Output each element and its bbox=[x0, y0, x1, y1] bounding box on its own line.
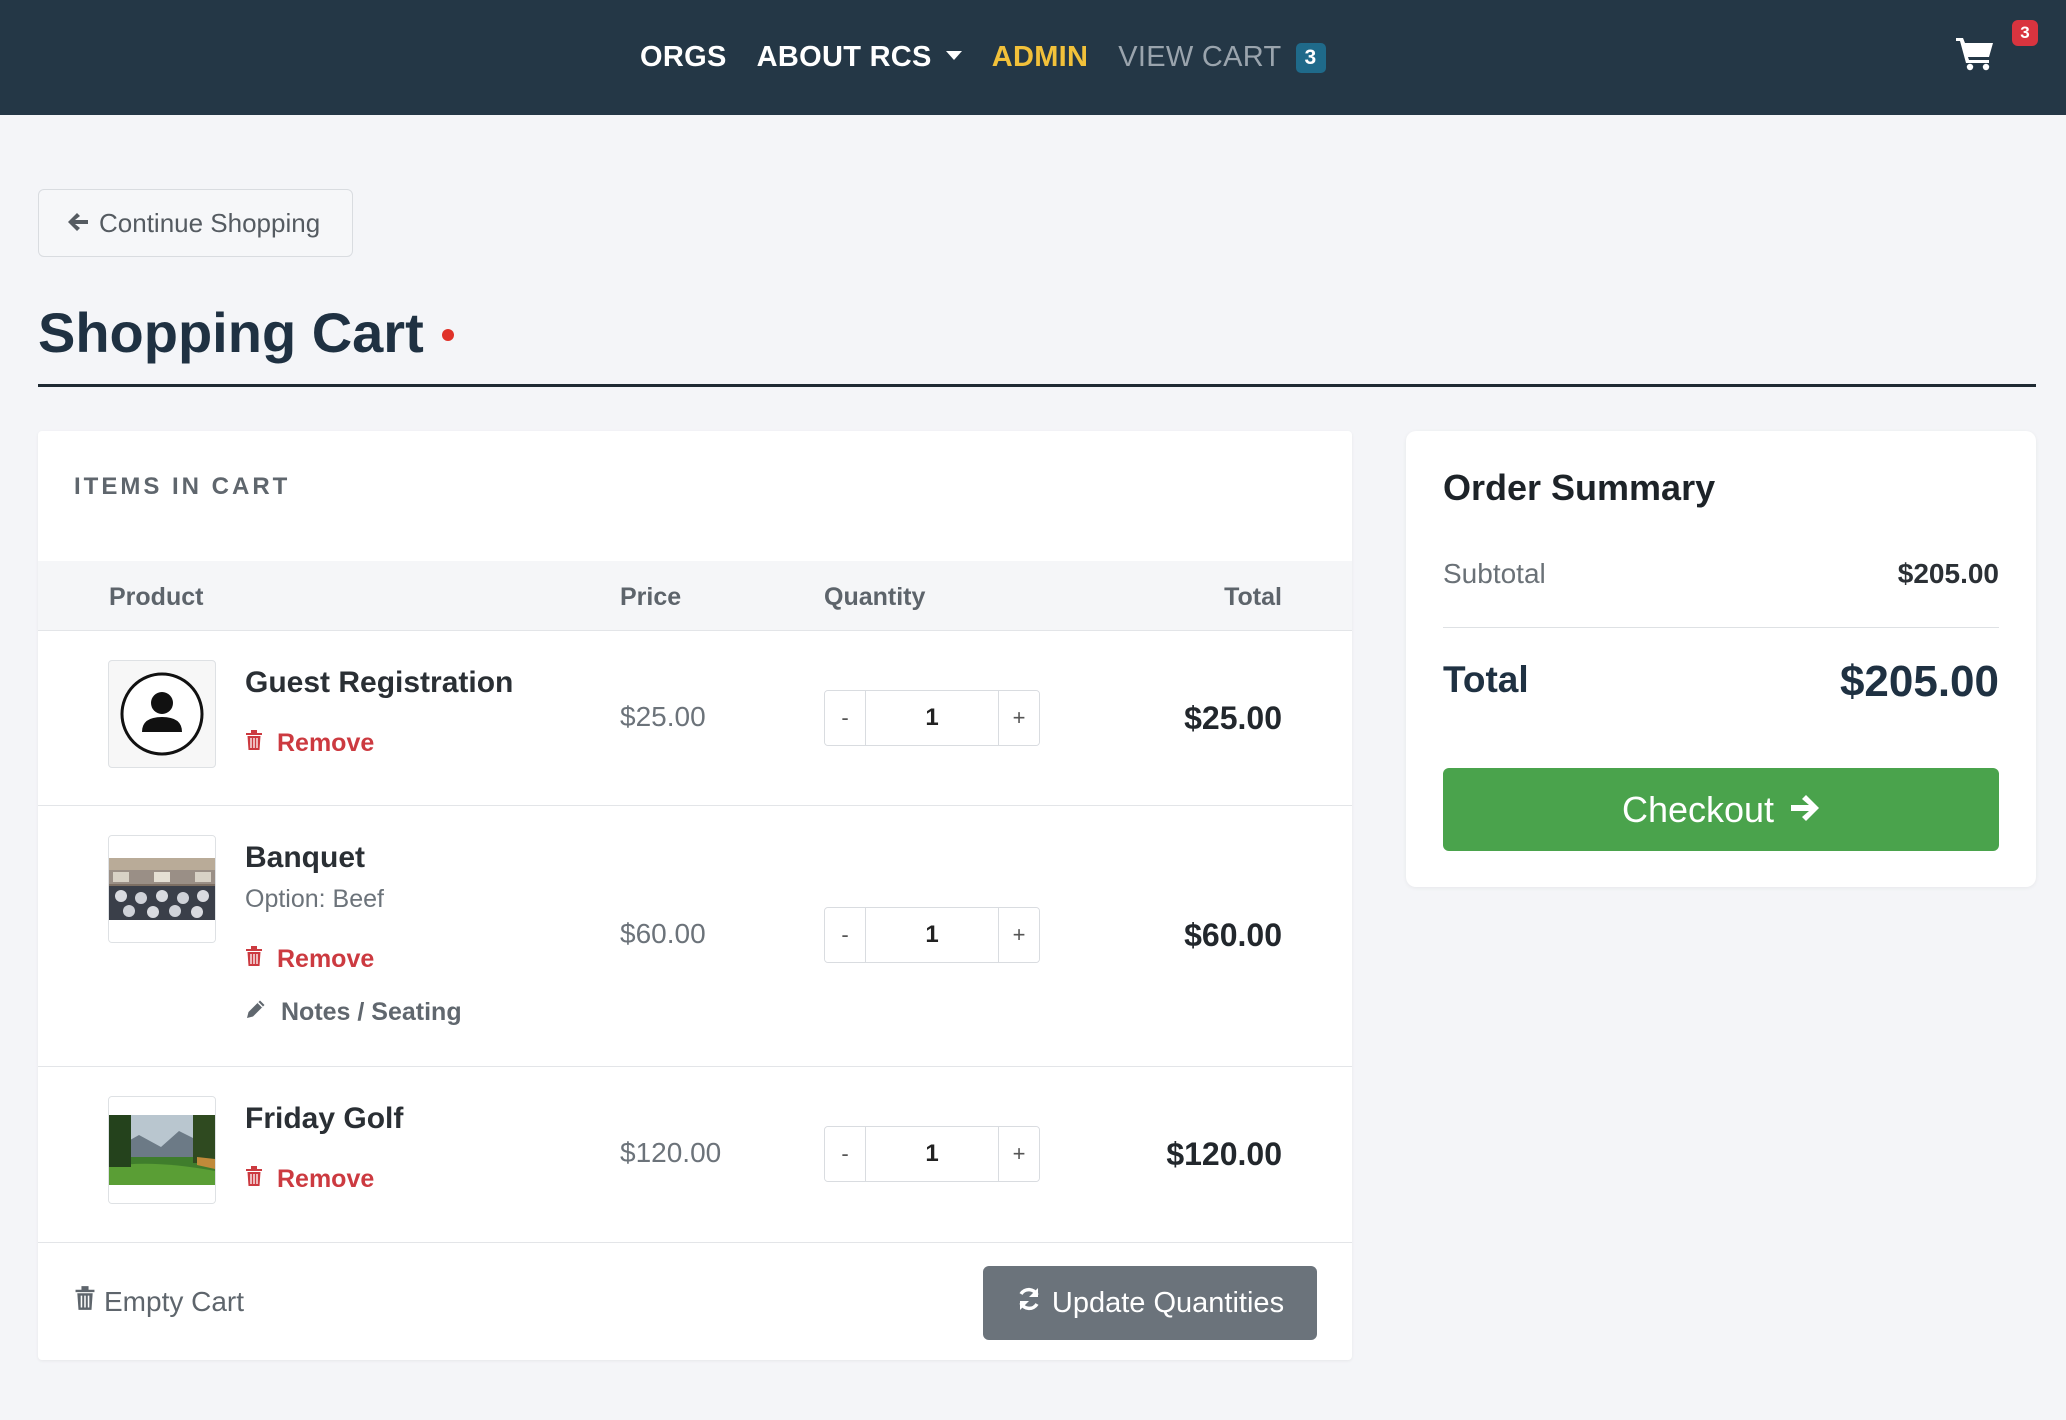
product-name[interactable]: Friday Golf bbox=[245, 1102, 403, 1136]
remove-button[interactable]: Remove bbox=[245, 1165, 374, 1194]
user-avatar-icon bbox=[108, 660, 216, 768]
nav-orgs[interactable]: ORGS bbox=[640, 41, 727, 74]
page-title-text: Shopping Cart bbox=[38, 301, 424, 364]
quantity-stepper: - 1 + bbox=[824, 690, 1040, 746]
increment-button[interactable]: + bbox=[999, 691, 1039, 745]
nav-view-cart[interactable]: VIEW CART 3 bbox=[1118, 41, 1326, 74]
nav-about-dropdown[interactable]: ABOUT RCS bbox=[757, 41, 962, 74]
table-row: Banquet Option: Beef Remove Notes / Seat… bbox=[38, 806, 1352, 1067]
empty-cart-button[interactable]: Empty Cart bbox=[74, 1285, 244, 1318]
header-product: Product bbox=[109, 583, 204, 611]
view-cart-count-badge: 3 bbox=[1295, 42, 1326, 73]
notes-seating-link[interactable]: Notes / Seating bbox=[245, 998, 462, 1027]
shopping-cart-icon[interactable] bbox=[1955, 35, 1995, 71]
trash-icon bbox=[245, 945, 263, 974]
notes-seating-label: Notes / Seating bbox=[281, 998, 462, 1026]
checkout-button[interactable]: Checkout bbox=[1443, 768, 1999, 851]
table-row: Guest Registration Remove $25.00 - 1 + $… bbox=[38, 631, 1352, 806]
increment-button[interactable]: + bbox=[999, 1127, 1039, 1181]
header-price: Price bbox=[620, 583, 682, 611]
item-price: $25.00 bbox=[620, 701, 706, 732]
total-value: $205.00 bbox=[1839, 657, 1999, 706]
update-quantities-label: Update Quantities bbox=[1051, 1286, 1285, 1319]
table-row: Friday Golf Remove $120.00 - 1 + $120.00 bbox=[38, 1067, 1352, 1242]
pencil-icon bbox=[245, 998, 267, 1027]
header-total: Total bbox=[1224, 583, 1282, 611]
remove-button[interactable]: Remove bbox=[245, 945, 374, 974]
product-option: Option: Beef bbox=[245, 885, 384, 913]
cart-count-badge: 3 bbox=[2012, 20, 2038, 46]
checkout-label: Checkout bbox=[1621, 788, 1775, 830]
quantity-input[interactable]: 1 bbox=[865, 908, 999, 962]
summary-divider bbox=[1443, 627, 1999, 628]
total-label: Total bbox=[1443, 659, 1529, 700]
refresh-icon bbox=[1016, 1286, 1042, 1320]
increment-button[interactable]: + bbox=[999, 908, 1039, 962]
remove-label: Remove bbox=[277, 729, 375, 757]
trash-icon bbox=[74, 1285, 96, 1318]
page-title: Shopping Cart bbox=[38, 300, 454, 365]
arrow-right-icon bbox=[1790, 789, 1820, 831]
trash-icon bbox=[245, 729, 263, 758]
item-total: $120.00 bbox=[1166, 1136, 1282, 1172]
cart-footer: Empty Cart Update Quantities bbox=[38, 1242, 1352, 1360]
quantity-input[interactable]: 1 bbox=[865, 1127, 999, 1181]
quantity-input[interactable]: 1 bbox=[865, 691, 999, 745]
cart-items-card: ITEMS IN CART Product Price Quantity Tot… bbox=[38, 431, 1352, 1360]
quantity-stepper: - 1 + bbox=[824, 1126, 1040, 1182]
title-dot-decoration bbox=[441, 328, 454, 341]
nav-admin[interactable]: ADMIN bbox=[992, 41, 1089, 74]
remove-label: Remove bbox=[277, 1165, 375, 1193]
header-quantity: Quantity bbox=[824, 583, 926, 611]
items-in-cart-label: ITEMS IN CART bbox=[74, 473, 291, 500]
order-summary-card: Order Summary Subtotal $205.00 Total $20… bbox=[1406, 431, 2036, 887]
continue-shopping-button[interactable]: Continue Shopping bbox=[38, 189, 353, 257]
trash-icon bbox=[245, 1165, 263, 1194]
arrow-left-icon bbox=[67, 208, 89, 239]
top-navbar: ORGS ABOUT RCS ADMIN VIEW CART 3 3 bbox=[0, 0, 2066, 115]
nav-view-cart-label: VIEW CART bbox=[1118, 41, 1282, 73]
subtotal-label: Subtotal bbox=[1443, 558, 1546, 589]
nav-links: ORGS ABOUT RCS ADMIN VIEW CART 3 bbox=[640, 0, 1326, 115]
decrement-button[interactable]: - bbox=[825, 691, 865, 745]
remove-label: Remove bbox=[277, 945, 375, 973]
title-divider bbox=[38, 384, 2036, 387]
decrement-button[interactable]: - bbox=[825, 908, 865, 962]
decrement-button[interactable]: - bbox=[825, 1127, 865, 1181]
product-name[interactable]: Banquet bbox=[245, 841, 365, 875]
product-name[interactable]: Guest Registration bbox=[245, 666, 513, 700]
quantity-stepper: - 1 + bbox=[824, 907, 1040, 963]
item-price: $120.00 bbox=[620, 1137, 722, 1168]
nav-about-label: ABOUT RCS bbox=[756, 41, 932, 73]
continue-shopping-label: Continue Shopping bbox=[99, 207, 321, 238]
subtotal-value: $205.00 bbox=[1897, 558, 1999, 589]
item-price: $60.00 bbox=[620, 918, 706, 949]
golf-course-image bbox=[108, 1096, 216, 1204]
chevron-down-icon bbox=[945, 51, 962, 60]
empty-cart-label: Empty Cart bbox=[104, 1285, 245, 1317]
banquet-hall-image bbox=[108, 835, 216, 943]
update-quantities-button[interactable]: Update Quantities bbox=[983, 1266, 1317, 1340]
item-total: $25.00 bbox=[1184, 700, 1282, 736]
remove-button[interactable]: Remove bbox=[245, 729, 374, 758]
order-summary-title: Order Summary bbox=[1443, 467, 1716, 508]
item-total: $60.00 bbox=[1184, 917, 1282, 953]
cart-table-header: Product Price Quantity Total bbox=[38, 561, 1352, 631]
